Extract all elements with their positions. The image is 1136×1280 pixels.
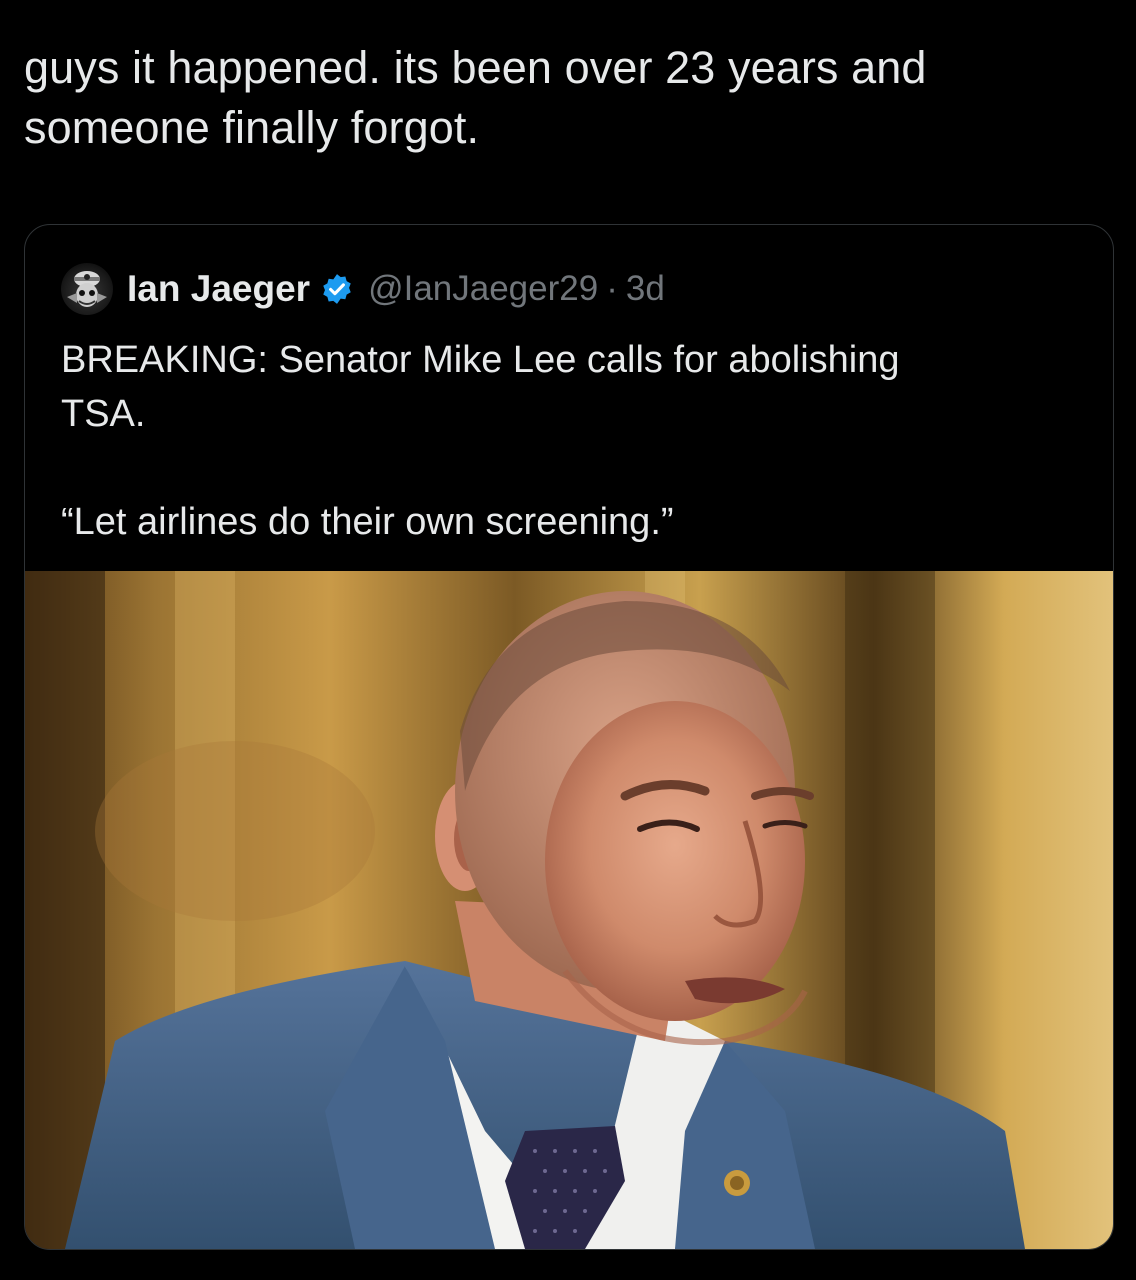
quoted-tweet-quote: “Let airlines do their own screening.” <box>61 501 674 543</box>
senator-photo[interactable] <box>25 571 1113 1249</box>
tweet-timestamp[interactable]: 3d <box>626 269 665 309</box>
quoted-tweet-line-2: TSA. <box>61 393 146 435</box>
author-handle[interactable]: @IanJaeger29 <box>368 269 598 309</box>
post-text-line-2: someone finally forgot. <box>24 102 480 153</box>
skull-avatar-icon[interactable] <box>61 263 113 315</box>
quoted-tweet-body: BREAKING: Senator Mike Lee calls for abo… <box>61 333 1061 549</box>
verified-badge-icon <box>323 274 351 304</box>
post-text: guys it happened. its been over 23 years… <box>24 38 1104 158</box>
quoted-tweet-card[interactable]: Ian Jaeger @IanJaeger29 · 3d BREAKING: S… <box>24 224 1114 1250</box>
post-text-line-1: guys it happened. its been over 23 years… <box>24 42 927 93</box>
quoted-tweet-header: Ian Jaeger @IanJaeger29 · 3d <box>61 261 665 317</box>
quoted-tweet-line-1: BREAKING: Senator Mike Lee calls for abo… <box>61 339 900 381</box>
separator-dot: · <box>606 269 618 308</box>
author-name[interactable]: Ian Jaeger <box>127 268 310 310</box>
